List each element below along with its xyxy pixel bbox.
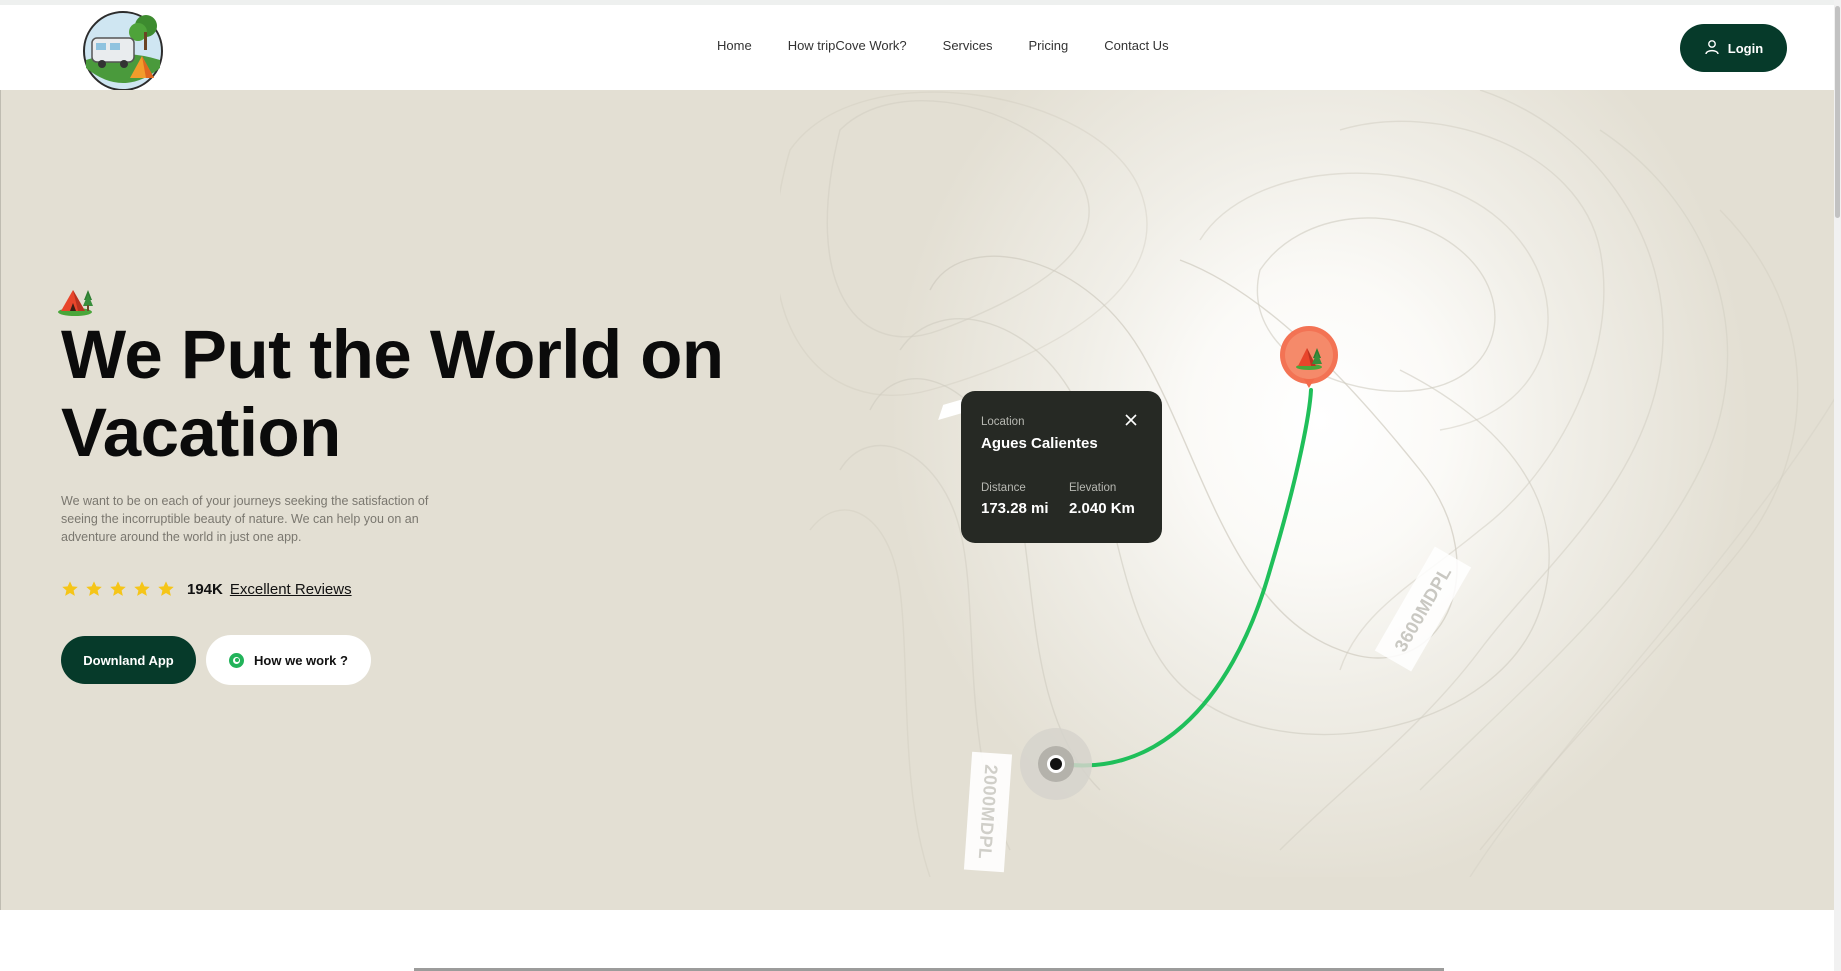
user-icon [1704,39,1720,58]
login-button[interactable]: Login [1680,24,1787,72]
login-label: Login [1727,40,1764,56]
divider [0,90,1,910]
star-icon [134,581,150,596]
distance-value: 173.28 mi [981,500,1049,517]
play-dot-icon [229,652,245,668]
location-info-card: Location Agues Calientes Distance 173.28… [961,391,1162,543]
topographic-contours [780,90,1840,877]
nav-pricing[interactable]: Pricing [1029,38,1069,53]
how-we-work-button[interactable]: How we work ? [206,635,371,685]
how-we-work-label: How we work ? [254,652,348,668]
site-header: Home How tripCove Work? Services Pricing… [0,5,1841,92]
distance-label: Distance [981,482,1026,494]
camper-van-logo-icon[interactable] [80,8,166,92]
nav-services[interactable]: Services [943,38,993,53]
rating-count: 194K [187,580,223,598]
elevation-value: 2.040 Km [1069,500,1135,517]
nav-how-it-works[interactable]: How tripCove Work? [788,38,907,53]
location-label: Location [981,416,1025,428]
star-icon [86,581,102,596]
hero-description: We want to be on each of your journeys s… [61,494,429,544]
nav-contact-us[interactable]: Contact Us [1104,38,1168,53]
contour-label-2000: 2000MDPL [963,751,1013,873]
elevation-label: Elevation [1069,482,1117,494]
location-value: Agues Calientes [981,435,1098,452]
download-app-button[interactable]: Downland App [61,636,196,684]
scrollbar-thumb[interactable] [1835,6,1840,218]
close-icon[interactable] [1124,413,1138,427]
hero-title: We Put the World on Vacation [61,316,724,471]
rating: 194K Excellent Reviews [61,580,352,598]
tent-icon [56,280,94,318]
star-rating [61,580,175,598]
star-icon [110,581,126,596]
nav-home[interactable]: Home [717,38,752,53]
main-nav: Home How tripCove Work? Services Pricing… [717,38,1205,53]
star-icon [62,581,78,596]
destination-pin-icon[interactable] [1279,326,1339,390]
reviews-link[interactable]: Excellent Reviews [230,581,352,598]
star-icon [158,581,174,596]
hero-section: We Put the World on Vacation We want to … [0,90,1841,910]
start-location-marker[interactable] [1020,728,1092,800]
